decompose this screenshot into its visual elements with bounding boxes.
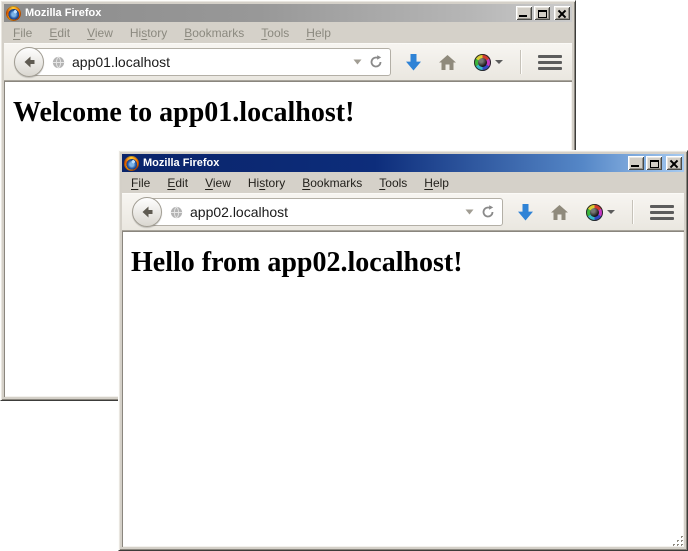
menu-item-history[interactable]: History [128,25,169,41]
toolbar-separator [520,50,521,74]
chevron-down-icon [607,210,615,214]
menu-item-bookmarks[interactable]: Bookmarks [300,175,364,191]
close-icon [670,160,678,167]
window-title: Mozilla Firefox [143,157,624,169]
globe-icon [169,205,184,220]
maximize-button[interactable] [534,6,550,20]
close-icon [558,10,566,17]
titlebar[interactable]: Mozilla Firefox [122,154,684,172]
addon-menu-button[interactable] [474,54,503,71]
reload-icon[interactable] [368,54,384,70]
chevron-down-icon [495,60,503,64]
minimize-button[interactable] [516,6,532,20]
downloads-icon[interactable] [518,204,533,221]
menu-item-bookmarks[interactable]: Bookmarks [182,25,246,41]
downloads-icon[interactable] [406,54,421,71]
page-heading: Hello from app02.localhost! [131,247,684,279]
reload-icon[interactable] [480,204,496,220]
url-text[interactable]: app01.localhost [72,54,347,70]
back-button[interactable] [132,197,162,227]
menu-item-view[interactable]: View [203,175,233,191]
menu-item-tools[interactable]: Tools [259,25,291,41]
menu-bar: File Edit View History Bookmarks Tools Help [4,22,572,43]
back-arrow-icon [21,54,37,70]
firefox-icon [6,6,21,21]
menu-item-file[interactable]: File [129,175,152,191]
menu-bar: File Edit View History Bookmarks Tools Help [122,172,684,193]
browser-content: Hello from app02.localhost! [122,231,684,547]
home-icon[interactable] [438,54,457,71]
maximize-button[interactable] [646,156,662,170]
back-arrow-icon [139,204,155,220]
firefox-icon [124,156,139,171]
menu-item-file[interactable]: File [11,25,34,41]
menu-icon[interactable] [650,205,674,220]
menu-item-view[interactable]: View [85,25,115,41]
menu-icon[interactable] [538,55,562,70]
home-icon[interactable] [550,204,569,221]
url-text[interactable]: app02.localhost [190,204,459,220]
color-wheel-icon [586,204,603,221]
urlbar-dropdown-icon[interactable] [353,59,362,65]
urlbar[interactable]: app01.localhost [28,48,391,76]
addon-menu-button[interactable] [586,204,615,221]
menu-item-edit[interactable]: Edit [165,175,190,191]
resize-grip[interactable] [671,534,685,548]
toolbar-separator [632,200,633,224]
minimize-icon [519,15,527,17]
urlbar[interactable]: app02.localhost [146,198,503,226]
desktop: Mozilla Firefox File Edit View History Bookm… [0,0,688,551]
page-heading: Welcome to app01.localhost! [13,97,572,129]
urlbar-dropdown-icon[interactable] [465,209,474,215]
menu-item-edit[interactable]: Edit [47,25,72,41]
color-wheel-icon [474,54,491,71]
close-button[interactable] [554,6,570,20]
menu-item-help[interactable]: Help [304,25,333,41]
maximize-icon [538,10,547,18]
menu-item-tools[interactable]: Tools [377,175,409,191]
maximize-icon [650,160,659,168]
close-button[interactable] [666,156,682,170]
minimize-button[interactable] [628,156,644,170]
back-button[interactable] [14,47,44,77]
window-title: Mozilla Firefox [25,7,512,19]
navigation-toolbar: app01.localhost [4,43,572,81]
firefox-window-app02: Mozilla Firefox File Edit View History Bookm… [118,150,688,551]
globe-icon [51,55,66,70]
titlebar[interactable]: Mozilla Firefox [4,4,572,22]
navigation-toolbar: app02.localhost [122,193,684,231]
menu-item-history[interactable]: History [246,175,287,191]
minimize-icon [631,165,639,167]
menu-item-help[interactable]: Help [422,175,451,191]
